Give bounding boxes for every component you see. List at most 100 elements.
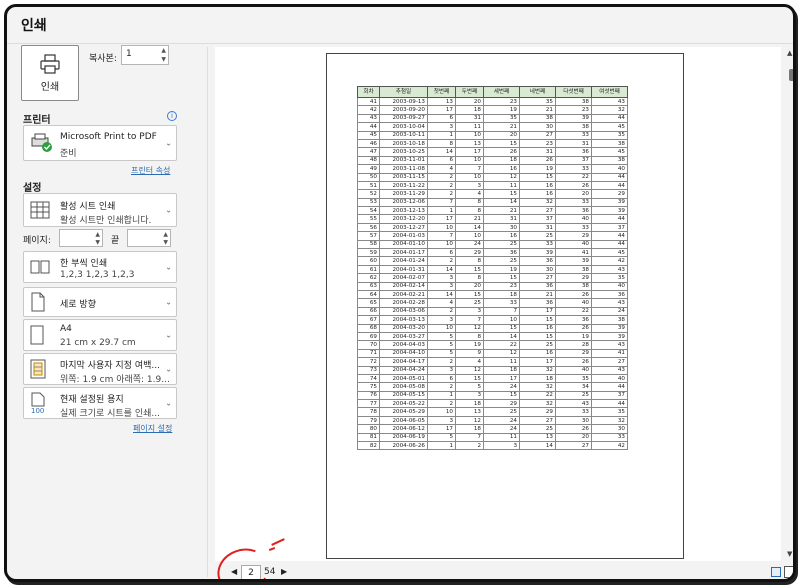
- print-button[interactable]: 인쇄: [21, 45, 79, 101]
- table-cell: 70: [357, 340, 380, 350]
- vertical-scrollbar[interactable]: [785, 47, 793, 561]
- table-cell: 8: [455, 331, 484, 342]
- orientation-select[interactable]: 세로 방향 ⌄: [23, 287, 177, 317]
- table-cell: 21: [455, 214, 484, 224]
- table-cell: 2: [427, 172, 456, 182]
- scroll-down-icon[interactable]: ▼: [787, 550, 792, 558]
- info-icon[interactable]: i: [167, 111, 177, 121]
- copies-input[interactable]: 1 ▲ ▼: [121, 45, 169, 65]
- table-cell: 2004-02-07: [379, 273, 428, 283]
- table-cell: 36: [555, 147, 592, 157]
- table-cell: 10: [483, 315, 520, 325]
- table-cell: 36: [555, 206, 592, 216]
- panel-divider: [207, 47, 208, 577]
- table-cell: 4: [455, 189, 484, 199]
- paper-icon: [30, 325, 44, 345]
- table-cell: 8: [455, 273, 484, 283]
- pages-to-input[interactable]: ▲ ▼: [127, 229, 171, 247]
- printer-name: Microsoft Print to PDF: [60, 132, 157, 142]
- table-cell: 2004-05-01: [379, 373, 428, 384]
- table-row: 68 2004-03-20 10 12 15 16 26 39: [357, 323, 628, 333]
- table-cell: 11: [483, 180, 520, 191]
- table-cell: 37: [519, 214, 556, 224]
- table-cell: 4: [427, 298, 456, 308]
- table-cell: 2003-11-01: [379, 155, 428, 166]
- table-row: 80 2004-06-12 17 18 24 25 26 30: [357, 424, 628, 434]
- pages-from-input[interactable]: ▲ ▼: [59, 229, 103, 247]
- table-cell: 2004-06-19: [379, 432, 428, 443]
- pages-to-spinner[interactable]: ▲ ▼: [163, 231, 168, 247]
- next-page-icon[interactable]: ▶: [281, 567, 287, 576]
- table-cell: 2003-11-15: [379, 172, 428, 182]
- table-cell: 27: [519, 415, 556, 426]
- table-cell: 40: [555, 239, 592, 250]
- margins-select[interactable]: 마지막 사용자 지정 여백... 위쪽: 1.9 cm 아래쪽: 1.9... …: [23, 353, 177, 385]
- table-cell: 19: [555, 331, 592, 342]
- table-cell: 20: [555, 432, 592, 443]
- table-cell: 31: [455, 113, 484, 124]
- table-cell: 38: [555, 96, 592, 107]
- scaling-select[interactable]: 100 현재 설정된 용지 실제 크기로 시트를 인쇄... ⌄: [23, 387, 177, 419]
- table-cell: 44: [357, 122, 380, 132]
- paper-size-select[interactable]: A4 21 cm x 29.7 cm ⌄: [23, 319, 177, 351]
- print-what-select[interactable]: 활성 시트 인쇄 활성 시트만 인쇄합니다. ⌄: [23, 193, 177, 227]
- table-cell: 43: [591, 298, 628, 308]
- table-cell: 3: [455, 390, 484, 401]
- table-row: 60 2004-01-24 2 8 25 36 39 42: [357, 256, 628, 266]
- table-row: 71 2004-04-10 5 9 12 16 29 41: [357, 348, 628, 359]
- table-cell: 12: [483, 348, 520, 359]
- table-cell: 24: [483, 415, 520, 426]
- table-row: 54 2003-12-13 1 8 21 27 36 39: [357, 206, 628, 216]
- table-cell: 14: [427, 147, 456, 157]
- scroll-up-icon[interactable]: ▲: [787, 49, 792, 57]
- table-cell: 74: [357, 373, 380, 384]
- table-cell: 25: [555, 390, 592, 401]
- table-cell: 35: [519, 96, 556, 107]
- table-cell: 71: [357, 348, 380, 359]
- table-row: 77 2004-05-22 2 18 29 32 43 44: [357, 399, 628, 409]
- copies-spinner[interactable]: ▲ ▼: [161, 46, 166, 64]
- show-margins-icon[interactable]: [771, 567, 781, 577]
- table-row: 57 2004-01-03 7 10 16 25 29 44: [357, 231, 628, 241]
- page-setup-link[interactable]: 페이지 설정: [133, 423, 172, 434]
- paper-sub: 21 cm x 29.7 cm: [60, 338, 136, 348]
- table-cell: 2004-01-10: [379, 239, 428, 250]
- table-cell: 39: [555, 113, 592, 124]
- printer-select[interactable]: Microsoft Print to PDF 준비 ⌄: [23, 125, 177, 161]
- collate-select[interactable]: 한 부씩 인쇄 1,2,3 1,2,3 1,2,3 ⌄: [23, 251, 177, 283]
- table-cell: 54: [357, 206, 380, 216]
- table-cell: 14: [427, 264, 456, 275]
- table-cell: 48: [357, 155, 380, 166]
- table-cell: 3: [455, 180, 484, 191]
- table-cell: 3: [427, 281, 456, 292]
- table-cell: 12: [455, 365, 484, 375]
- scroll-thumb[interactable]: [789, 69, 793, 81]
- pages-from-spinner[interactable]: ▲ ▼: [95, 231, 100, 247]
- table-cell: 28: [555, 340, 592, 350]
- table-row: 56 2003-12-27 10 14 30 31 33 37: [357, 222, 628, 233]
- table-cell: 2: [455, 440, 484, 451]
- zoom-to-page-icon[interactable]: [784, 566, 793, 578]
- printer-properties-link[interactable]: 프린터 속성: [131, 165, 170, 176]
- table-cell: 39: [555, 256, 592, 266]
- table-cell: 2004-03-20: [379, 323, 428, 333]
- table-cell: 2004-01-03: [379, 231, 428, 241]
- table-header-row: 회차 추첨일 첫번째 두번째 세번째 네번째 다섯번째 여섯번째: [357, 86, 628, 98]
- table-cell: 40: [555, 214, 592, 224]
- table-cell: 36: [519, 256, 556, 266]
- table-cell: 44: [591, 231, 628, 241]
- table-cell: 45: [357, 130, 380, 140]
- column-header: 두번째: [455, 86, 484, 98]
- scaling-100-icon: 100: [31, 392, 45, 414]
- table-cell: 40: [591, 164, 628, 174]
- table-cell: 10: [427, 239, 456, 250]
- table-cell: 44: [591, 239, 628, 250]
- table-cell: 2004-02-28: [379, 298, 428, 308]
- table-cell: 62: [357, 273, 380, 283]
- table-cell: 36: [591, 289, 628, 300]
- table-cell: 38: [591, 315, 628, 325]
- column-header: 여섯번째: [591, 86, 628, 98]
- table-cell: 42: [591, 440, 628, 451]
- table-row: 76 2004-05-15 1 3 15 22 25 37: [357, 390, 628, 401]
- table-cell: 26: [555, 424, 592, 434]
